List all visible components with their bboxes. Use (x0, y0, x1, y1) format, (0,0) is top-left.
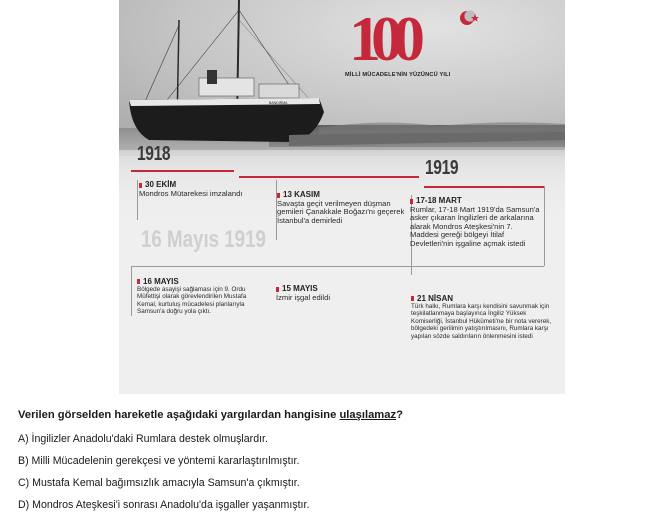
event-text: Bölgede asayişi sağlaması için 9. Ordu M… (137, 285, 247, 316)
timeline-line-main (239, 176, 419, 178)
option-a[interactable]: A) İngilizler Anadolu'daki Rumlara deste… (18, 433, 268, 445)
event-16-mayis: 16 MAYIS Bölgede asayişi sağlaması için … (137, 278, 265, 316)
event-15-mayis: 15 MAYIS İzmir işgal edildi (276, 284, 376, 302)
timeline-connector-right (544, 186, 545, 266)
event-text: Savaşta geçit verilmeyen düşman gemileri… (277, 198, 405, 225)
question-prefix: Verilen görselden hareketle aşağıdaki ya… (18, 409, 340, 421)
option-b[interactable]: B) Milli Mücadelenin gerekçesi ve yöntem… (18, 455, 299, 467)
timeline-connector-left (131, 266, 132, 316)
year-1918-label: 1918 (137, 143, 171, 165)
timeline-line-1919 (424, 186, 544, 188)
logo-number: 100 (349, 4, 423, 68)
event-date: 21 NİSAN (417, 294, 454, 303)
history-poster: BANDIRMA 100 MİLLİ MÜCADELE'NİN YÜZÜNCÜ … (119, 0, 565, 394)
centenary-logo: 100 (349, 4, 479, 68)
year-1919-label: 1919 (425, 157, 459, 179)
event-text: Rumlar, 17-18 Mart 1919'da Samsun'a aske… (410, 204, 540, 248)
logo-subtitle: MİLLİ MÜCADELE'NİN YÜZÜNCÜ YILI (345, 72, 451, 78)
question-stem: Verilen görselden hareketle aşağıdaki ya… (18, 409, 403, 421)
event-text: İzmir işgal edildi (276, 292, 331, 302)
event-13-kasim: 13 KASIM Savaşta geçit verilmeyen düşman… (277, 190, 417, 225)
event-17-18-mart: 17-18 MART Rumlar, 17-18 Mart 1919'da Sa… (410, 196, 540, 249)
event-30-ekim: 30 EKİM Mondros Mütarekesi imzalandı (139, 180, 254, 198)
option-d[interactable]: D) Mondros Ateşkesi'i sonrası Anadolu'da… (18, 499, 309, 511)
question-emphasis: ulaşılamaz (339, 409, 397, 421)
timeline-line-lower (131, 266, 544, 267)
event-text: Türk halkı, Rumlara karşı kendisini savu… (411, 302, 552, 340)
timeline-tick-1 (137, 180, 138, 220)
event-21-nisan: 21 NİSAN Türk halkı, Rumlara karşı kendi… (411, 295, 559, 341)
question-suffix: ? (396, 409, 403, 421)
event-date: 16 MAYIS (143, 277, 179, 286)
option-c[interactable]: C) Mustafa Kemal bağımsızlık amacıyla Sa… (18, 477, 300, 489)
bandirma-ship-illustration: BANDIRMA (129, 0, 565, 146)
timeline-line-1918 (131, 170, 234, 172)
svg-text:BANDIRMA: BANDIRMA (269, 101, 288, 105)
watermark-date: 16 Mayıs 1919 (141, 226, 266, 253)
event-text: Mondros Mütarekesi imzalandı (139, 188, 243, 198)
